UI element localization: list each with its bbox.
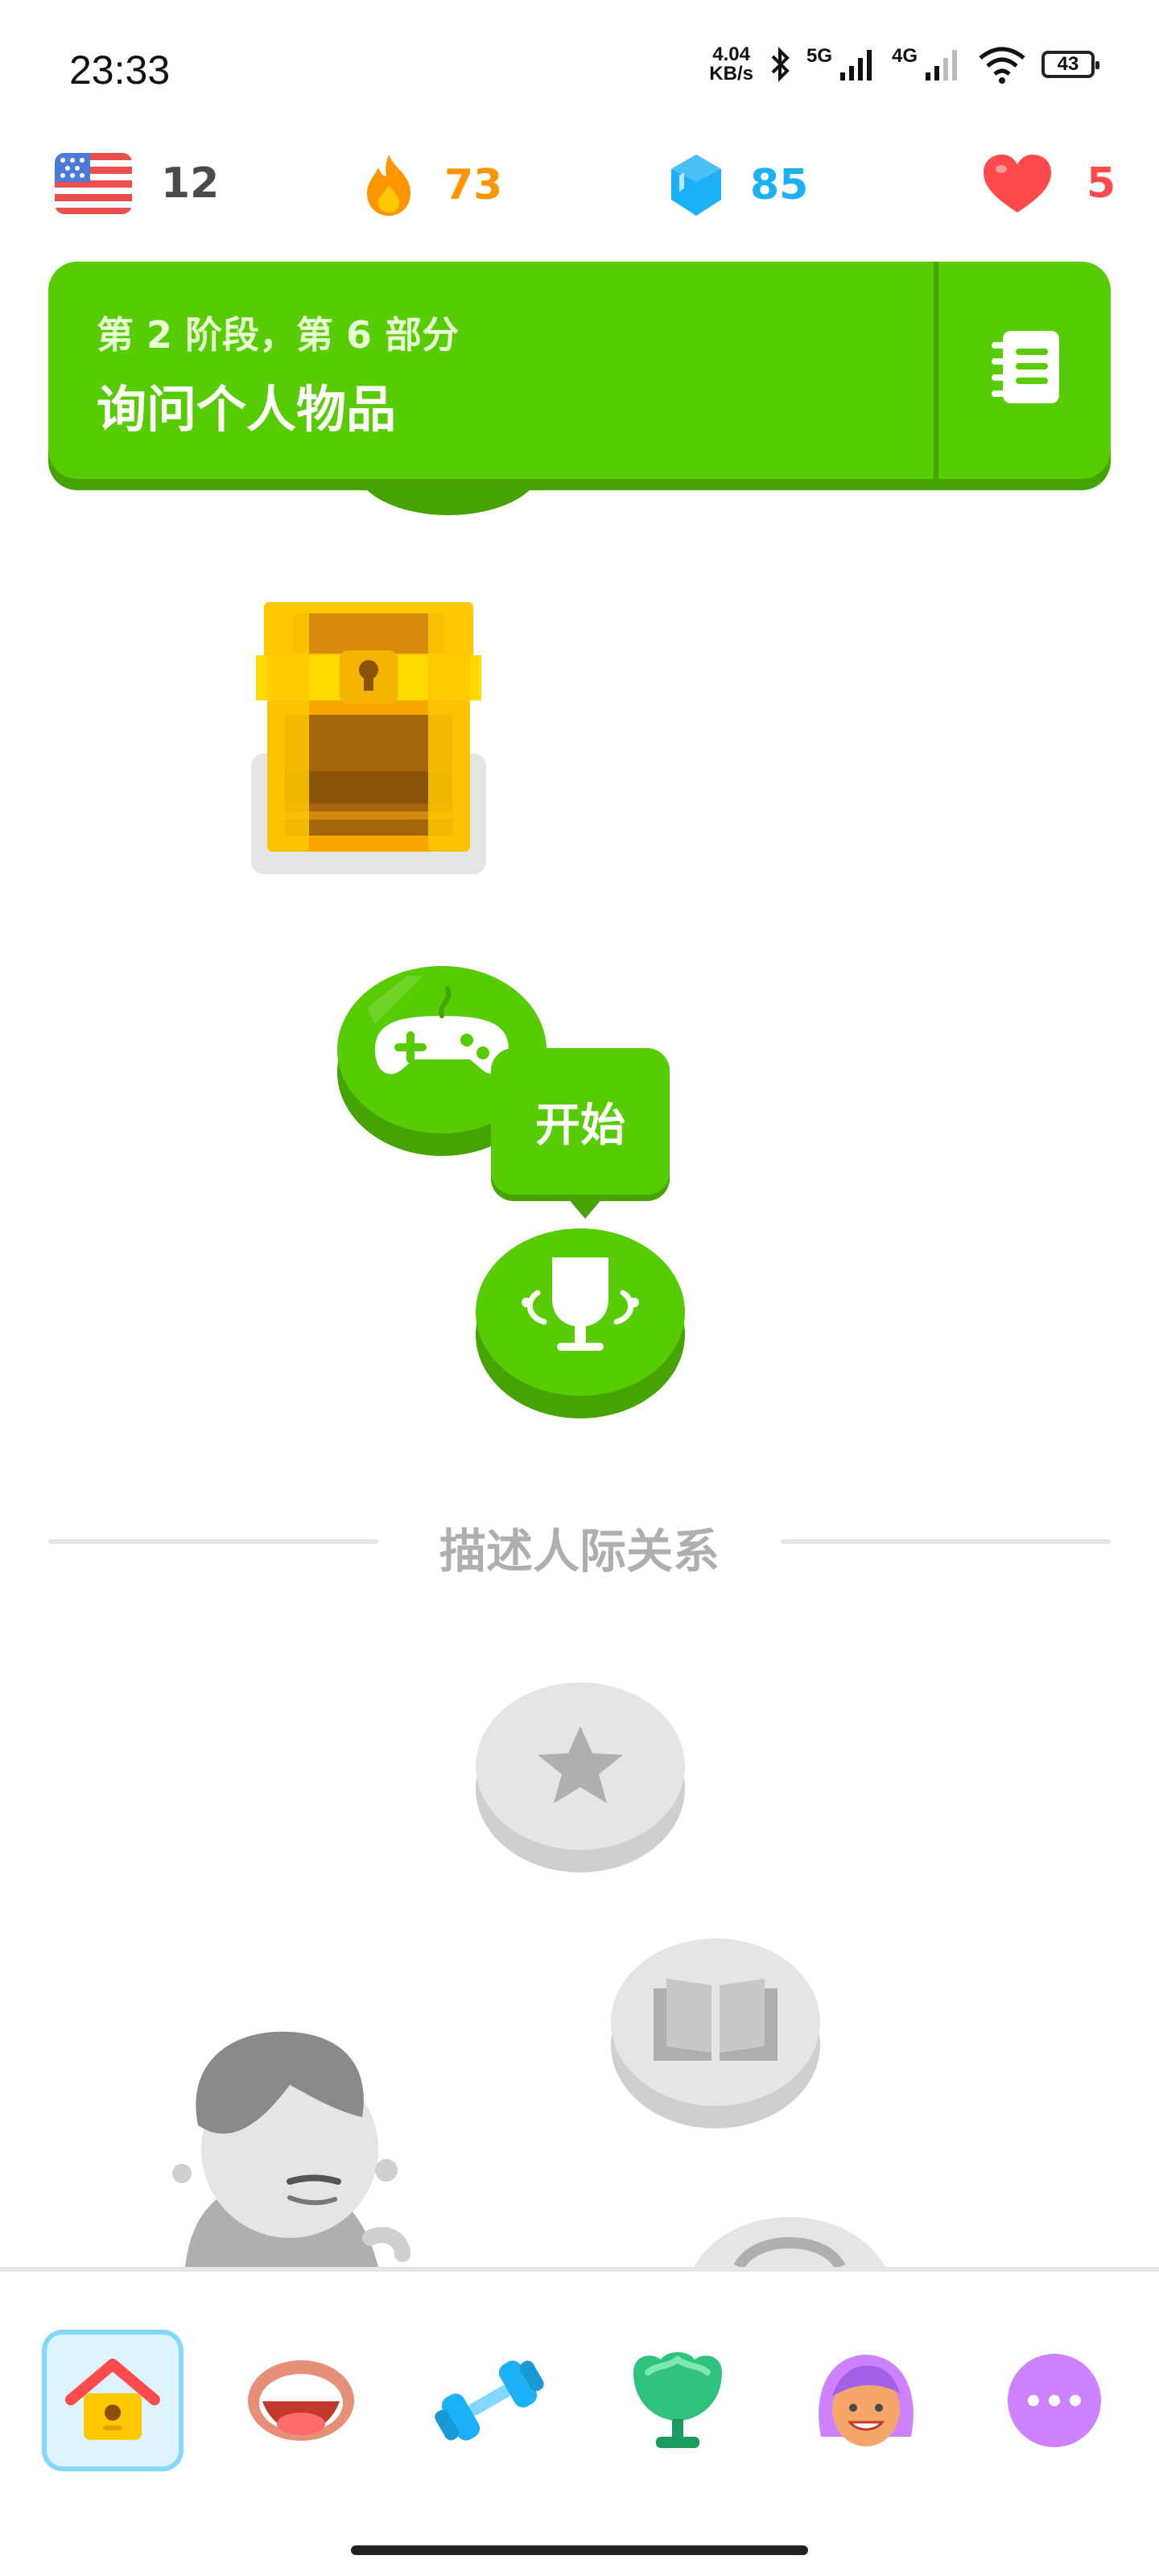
locked-book-node[interactable]	[608, 1932, 823, 2133]
unit-banner[interactable]: 第 2 阶段，第 6 部分 询问个人物品	[48, 262, 1111, 479]
notebook-icon	[992, 331, 1059, 403]
section-divider-right	[781, 1539, 1111, 1544]
dumbbell-icon	[435, 2360, 544, 2441]
trophy-node-button[interactable]	[473, 1222, 687, 1423]
language-selector[interactable]: 12	[55, 153, 219, 214]
language-count: 12	[161, 159, 220, 208]
status-time: 23:33	[69, 47, 171, 93]
start-tooltip[interactable]: 开始	[491, 1048, 670, 1219]
section-divider-left	[48, 1539, 378, 1544]
home-icon	[65, 2359, 160, 2440]
profile-avatar-icon	[819, 2355, 914, 2446]
streak-counter[interactable]: 73	[361, 153, 502, 217]
nav-more[interactable]	[984, 2330, 1125, 2471]
locked-node-partial[interactable]	[683, 2211, 897, 2267]
wifi-icon	[979, 47, 1025, 84]
gem-icon	[671, 155, 721, 216]
nav-home[interactable]	[42, 2330, 184, 2471]
status-icons: 4.04 KB/s 5G 4G 43	[709, 43, 1099, 85]
hearts-counter[interactable]: 5	[982, 153, 1116, 214]
leaderboard-cup-icon	[633, 2352, 722, 2448]
signal-2-label: 4G	[891, 45, 918, 67]
bluetooth-icon	[771, 47, 790, 82]
guidebook-button[interactable]	[938, 262, 1111, 479]
nav-profile[interactable]	[795, 2330, 937, 2471]
streak-count: 73	[444, 161, 503, 209]
more-icon	[1008, 2354, 1101, 2447]
net-speed: 4.04 KB/s	[709, 43, 753, 85]
section-title: 描述人际关系	[439, 1524, 720, 1579]
battery-indicator: 43	[1041, 51, 1099, 78]
nav-speak[interactable]	[230, 2330, 372, 2471]
treasure-chest-icon[interactable]	[256, 602, 481, 860]
nav-practice[interactable]	[419, 2330, 560, 2471]
gems-counter[interactable]: 85	[670, 153, 808, 217]
signal-bars-icon	[926, 50, 957, 80]
flame-icon	[367, 155, 410, 216]
signal-bars-icon	[839, 50, 872, 80]
hearts-count: 5	[1087, 159, 1116, 208]
locked-star-node[interactable]	[473, 1676, 687, 1877]
unit-subtitle: 第 2 阶段，第 6 部分	[97, 313, 460, 357]
character-illustration	[172, 2031, 410, 2267]
heart-icon	[984, 155, 1051, 213]
nav-leaderboard[interactable]	[607, 2330, 749, 2471]
mouth-icon	[248, 2360, 354, 2441]
unit-title: 询问个人物品	[97, 380, 397, 439]
us-flag-icon	[55, 153, 132, 214]
home-indicator[interactable]	[351, 2545, 808, 2555]
signal-1-label: 5G	[806, 45, 832, 67]
gems-count: 85	[750, 161, 809, 209]
